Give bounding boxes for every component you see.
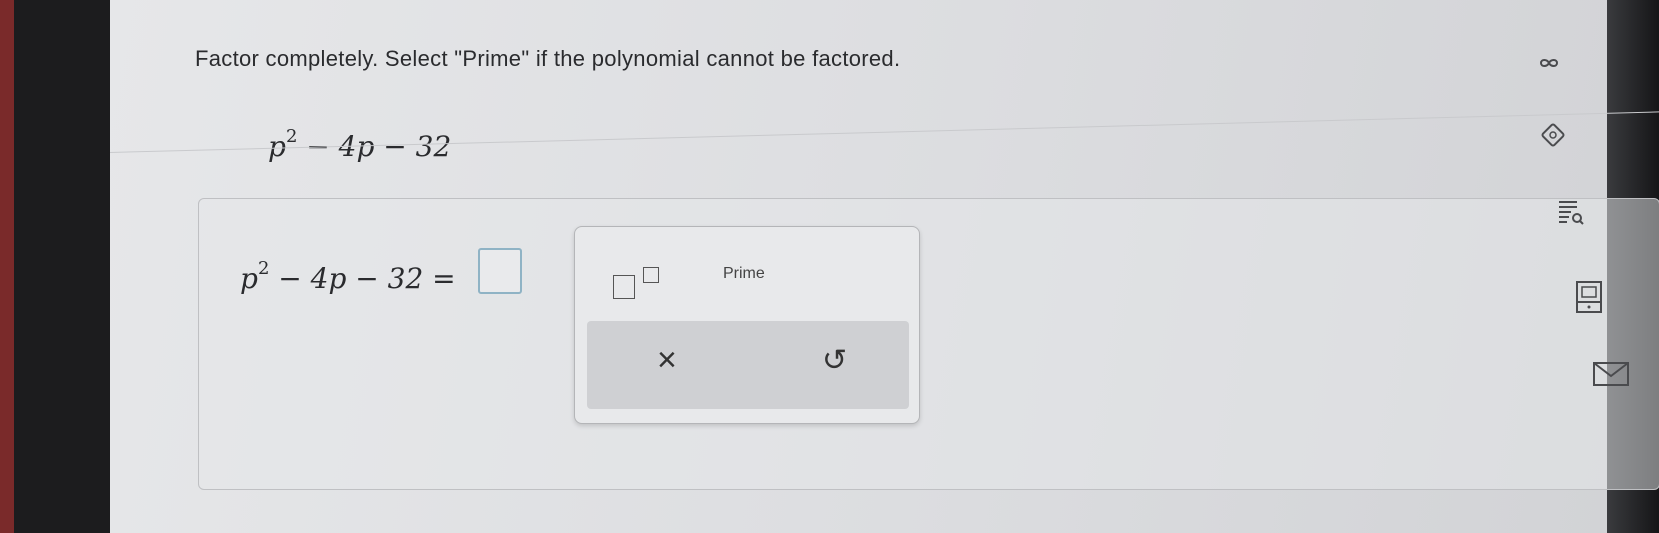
- math-keypad: Prime × ↺: [574, 226, 920, 424]
- answer-expression: p2 − 4p − 32 =: [240, 258, 456, 295]
- keypad-action-bar: × ↺: [587, 321, 909, 409]
- undo-button[interactable]: ↺: [822, 343, 847, 378]
- answer-panel: [198, 198, 1659, 490]
- clear-button[interactable]: ×: [657, 341, 677, 380]
- base-box-icon: [613, 275, 635, 299]
- tag-icon[interactable]: [1538, 120, 1568, 156]
- question-prompt: Factor completely. Select "Prime" if the…: [195, 46, 901, 71]
- power-box-icon: [643, 267, 659, 283]
- mail-icon[interactable]: [1592, 360, 1630, 394]
- device-edge: [0, 0, 14, 533]
- text-search-icon[interactable]: [1556, 198, 1586, 234]
- prime-button[interactable]: Prime: [723, 265, 765, 283]
- answer-input[interactable]: [478, 248, 522, 294]
- exponent-button[interactable]: [613, 265, 663, 301]
- calculator-icon[interactable]: [1574, 280, 1604, 320]
- infinity-icon[interactable]: [1532, 52, 1566, 78]
